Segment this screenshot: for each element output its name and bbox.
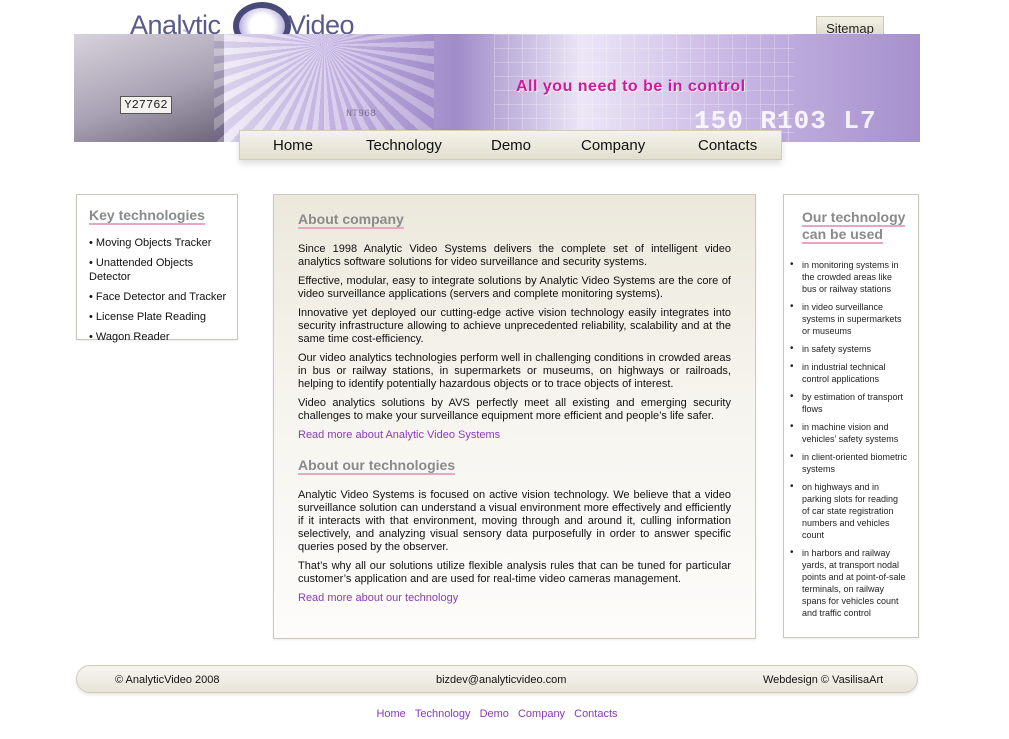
- usage-title: Our technology can be used: [802, 209, 906, 244]
- usage-item: in harbors and railway yards, at transpo…: [790, 547, 908, 619]
- key-tech-item[interactable]: • License Plate Reading: [89, 310, 237, 324]
- usage-item: in monitoring systems in the crowded are…: [790, 259, 908, 295]
- key-tech-item[interactable]: • Unattended Objects Detector: [89, 256, 237, 284]
- usage-item: in machine vision and vehicles’ safety s…: [790, 421, 908, 445]
- footer-nav-contacts[interactable]: Contacts: [574, 708, 617, 720]
- nav-demo[interactable]: Demo: [491, 137, 531, 154]
- footer-copyright: © AnalyticVideo 2008: [115, 674, 220, 686]
- about-company-paragraph: Video analytics solutions by AVS perfect…: [298, 397, 731, 422]
- key-tech-item[interactable]: • Moving Objects Tracker: [89, 236, 237, 250]
- footer-nav-technology[interactable]: Technology: [415, 708, 471, 720]
- about-company-title: About company: [298, 211, 404, 229]
- about-technologies-title: About our technologies: [298, 457, 456, 475]
- main-nav: Home Technology Demo Company Contacts: [239, 130, 782, 160]
- footer-nav: Home Technology Demo Company Contacts: [0, 708, 994, 720]
- footer-nav-home[interactable]: Home: [376, 708, 405, 720]
- footer-webdesign-link[interactable]: Webdesign © VasilisaArt: [763, 674, 883, 686]
- key-technologies-list: • Moving Objects Tracker • Unattended Ob…: [89, 236, 237, 344]
- footer-email-link[interactable]: bizdev@analyticvideo.com: [436, 674, 566, 686]
- usage-item: in safety systems: [790, 343, 908, 355]
- key-technologies-title: Key technologies: [89, 207, 205, 225]
- usage-item: in client-oriented biometric systems: [790, 451, 908, 475]
- footer-bar: © AnalyticVideo 2008 bizdev@analyticvide…: [76, 665, 918, 693]
- about-technologies-paragraph: That’s why all our solutions utilize fle…: [298, 560, 731, 585]
- banner-rays-graphic: [214, 34, 434, 142]
- usage-item: on highways and in parking slots for rea…: [790, 481, 908, 541]
- footer-nav-demo[interactable]: Demo: [480, 708, 509, 720]
- read-more-company-link[interactable]: Read more about Analytic Video Systems: [298, 429, 731, 441]
- nav-company[interactable]: Company: [581, 137, 645, 154]
- about-company-paragraph: Our video analytics technologies perform…: [298, 352, 731, 390]
- about-company-paragraph: Since 1998 Analytic Video Systems delive…: [298, 243, 731, 268]
- car-plate: Y27762: [120, 96, 172, 114]
- key-tech-item[interactable]: • Wagon Reader: [89, 330, 237, 344]
- footer-nav-company[interactable]: Company: [518, 708, 565, 720]
- usage-item: in video surveillance systems in superma…: [790, 301, 908, 337]
- banner-slogan: All you need to be in control: [516, 78, 746, 95]
- main-content-panel: About company Since 1998 Analytic Video …: [273, 194, 756, 639]
- nav-contacts[interactable]: Contacts: [698, 137, 757, 154]
- usage-item: by estimation of transport flows: [790, 391, 908, 415]
- read-more-technology-link[interactable]: Read more about our technology: [298, 592, 731, 604]
- nav-technology[interactable]: Technology: [366, 137, 442, 154]
- about-company-paragraph: Effective, modular, easy to integrate so…: [298, 275, 731, 300]
- usage-item: in industrial technical control applicat…: [790, 361, 908, 385]
- usage-list: in monitoring systems in the crowded are…: [790, 259, 908, 619]
- header-banner: Y27762 NT968 All you need to be in contr…: [74, 34, 920, 142]
- key-technologies-panel: Key technologies • Moving Objects Tracke…: [76, 194, 238, 343]
- about-technologies-paragraph: Analytic Video Systems is focused on act…: [298, 489, 731, 553]
- banner-small-plate: NT968: [346, 109, 377, 120]
- key-tech-item[interactable]: • Face Detector and Tracker: [89, 290, 237, 304]
- usage-panel: Our technology can be used in monitoring…: [783, 194, 919, 638]
- banner-car-image: Y27762: [74, 34, 224, 142]
- nav-home[interactable]: Home: [273, 137, 313, 154]
- about-company-paragraph: Innovative yet deployed our cutting-edge…: [298, 307, 731, 345]
